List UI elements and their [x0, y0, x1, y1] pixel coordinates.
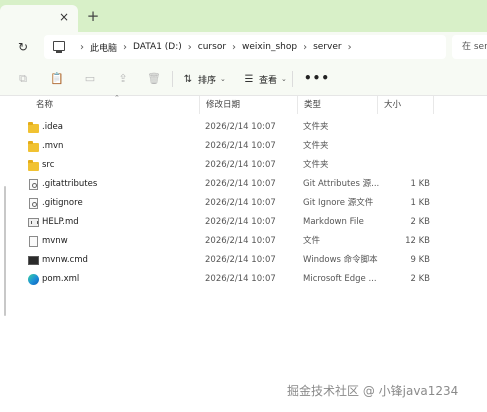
paste-icon[interactable]: 📋 [50, 72, 64, 86]
command-bar: ⧉ 📋 ▭ ⇪ 🗑 ⇅ 排序 ⌄ ☰ 查看 ⌄ ••• [0, 62, 487, 96]
breadcrumb-drive[interactable]: DATA1 (D:) [133, 42, 182, 52]
copy-icon[interactable]: ⧉ [16, 72, 30, 86]
sort-label: 排序 [198, 75, 217, 86]
settings-file-icon [29, 179, 38, 190]
sort-ascending-icon: ⌃ [114, 94, 120, 102]
search-input[interactable]: 在 ser [452, 35, 487, 59]
file-list: 名称 ⌃ 修改日期 类型 大小 .idea 2026/2/14 10:07 文件… [0, 94, 487, 412]
file-type: 文件 [303, 236, 321, 246]
file-name: mvnw [42, 236, 68, 246]
breadcrumb-cursor[interactable]: cursor [198, 42, 226, 52]
file-name: .gitignore [42, 198, 83, 208]
file-name: .mvn [42, 141, 64, 151]
file-date: 2026/2/14 10:07 [205, 160, 276, 170]
file-date: 2026/2/14 10:07 [205, 141, 276, 151]
file-date: 2026/2/14 10:07 [205, 274, 276, 284]
file-row[interactable]: HELP.md 2026/2/14 10:07 Markdown File 2 … [0, 213, 487, 232]
watermark-text: 掘金技术社区 @ 小锋java1234 [287, 384, 459, 398]
column-type[interactable]: 类型 [298, 96, 378, 114]
breadcrumb: › 此电脑 › DATA1 (D:) › cursor › weixin_sho… [74, 35, 358, 59]
file-size: 2 KB [410, 274, 430, 284]
file-name: .gitattributes [42, 179, 98, 189]
toolbar-divider [292, 71, 293, 87]
file-type: Git Ignore 源文件 [303, 198, 374, 208]
chevron-right-icon[interactable]: › [74, 42, 90, 53]
file-row[interactable]: .mvn 2026/2/14 10:07 文件夹 [0, 137, 487, 156]
view-button[interactable]: ☰ 查看 ⌄ [243, 70, 287, 88]
file-size: 9 KB [410, 255, 430, 265]
file-name: pom.xml [42, 274, 80, 284]
file-size: 2 KB [410, 217, 430, 227]
share-icon[interactable]: ⇪ [116, 72, 130, 86]
tab-strip: × + [0, 0, 487, 32]
file-name: .idea [42, 122, 63, 132]
file-size: 1 KB [410, 198, 430, 208]
file-type: 文件夹 [303, 160, 329, 170]
column-header: 名称 ⌃ 修改日期 类型 大小 [0, 94, 487, 114]
file-row[interactable]: pom.xml 2026/2/14 10:07 Microsoft Edge .… [0, 270, 487, 289]
file-type: Microsoft Edge ... [303, 274, 377, 284]
file-row[interactable]: src 2026/2/14 10:07 文件夹 [0, 156, 487, 175]
chevron-right-icon[interactable]: › [342, 42, 358, 53]
file-size: 1 KB [410, 179, 430, 189]
file-name: HELP.md [42, 217, 79, 227]
file-icon [29, 236, 38, 247]
column-name-label: 名称 [36, 100, 54, 110]
sort-button[interactable]: ⇅ 排序 ⌄ [182, 70, 226, 88]
close-tab-icon[interactable]: × [57, 10, 71, 24]
computer-icon [53, 41, 65, 53]
chevron-down-icon: ⌄ [220, 75, 226, 83]
file-date: 2026/2/14 10:07 [205, 255, 276, 265]
column-date[interactable]: 修改日期 [200, 96, 298, 114]
chevron-right-icon[interactable]: › [117, 42, 133, 53]
file-name: src [42, 160, 55, 170]
column-size-label: 大小 [384, 100, 402, 110]
file-row[interactable]: mvnw 2026/2/14 10:07 文件 12 KB [0, 232, 487, 251]
file-type: 文件夹 [303, 141, 329, 151]
rename-icon[interactable]: ▭ [83, 72, 97, 86]
cmd-file-icon [28, 256, 39, 265]
chevron-down-icon: ⌄ [281, 75, 287, 83]
column-type-label: 类型 [304, 100, 322, 110]
file-size: 12 KB [405, 236, 430, 246]
file-row[interactable]: mvnw.cmd 2026/2/14 10:07 Windows 命令脚本 9 … [0, 251, 487, 270]
refresh-icon[interactable]: ↻ [16, 40, 30, 54]
file-type: Git Attributes 源... [303, 179, 380, 189]
breadcrumb-weixin-shop[interactable]: weixin_shop [242, 42, 297, 52]
chevron-right-icon[interactable]: › [297, 42, 313, 53]
file-row[interactable]: .gitignore 2026/2/14 10:07 Git Ignore 源文… [0, 194, 487, 213]
column-size[interactable]: 大小 [378, 96, 434, 114]
file-type: Windows 命令脚本 [303, 255, 378, 265]
file-name: mvnw.cmd [42, 255, 88, 265]
address-bar[interactable]: › 此电脑 › DATA1 (D:) › cursor › weixin_sho… [44, 35, 446, 59]
file-type: 文件夹 [303, 122, 329, 132]
breadcrumb-this-pc[interactable]: 此电脑 [90, 41, 117, 54]
file-date: 2026/2/14 10:07 [205, 198, 276, 208]
more-options-icon[interactable]: ••• [304, 71, 330, 85]
file-date: 2026/2/14 10:07 [205, 179, 276, 189]
file-date: 2026/2/14 10:07 [205, 122, 276, 132]
file-row[interactable]: .idea 2026/2/14 10:07 文件夹 [0, 118, 487, 137]
folder-icon [28, 160, 39, 171]
folder-icon [28, 141, 39, 152]
folder-icon [28, 122, 39, 133]
new-tab-icon[interactable]: + [86, 9, 100, 24]
column-date-label: 修改日期 [206, 100, 241, 110]
address-row: ↻ › 此电脑 › DATA1 (D:) › cursor › weixin_s… [0, 32, 487, 62]
file-date: 2026/2/14 10:07 [205, 217, 276, 227]
file-type: Markdown File [303, 217, 364, 227]
delete-icon[interactable]: 🗑 [147, 72, 161, 86]
markdown-file-icon [28, 218, 39, 227]
breadcrumb-server[interactable]: server [313, 42, 342, 52]
file-row[interactable]: .gitattributes 2026/2/14 10:07 Git Attri… [0, 175, 487, 194]
edge-file-icon [28, 274, 39, 285]
settings-file-icon [29, 198, 38, 209]
sort-icon: ⇅ [183, 73, 193, 85]
view-label: 查看 [259, 75, 278, 86]
view-icon: ☰ [244, 73, 254, 85]
toolbar-divider [172, 71, 173, 87]
chevron-right-icon[interactable]: › [182, 42, 198, 53]
chevron-right-icon[interactable]: › [226, 42, 242, 53]
file-date: 2026/2/14 10:07 [205, 236, 276, 246]
